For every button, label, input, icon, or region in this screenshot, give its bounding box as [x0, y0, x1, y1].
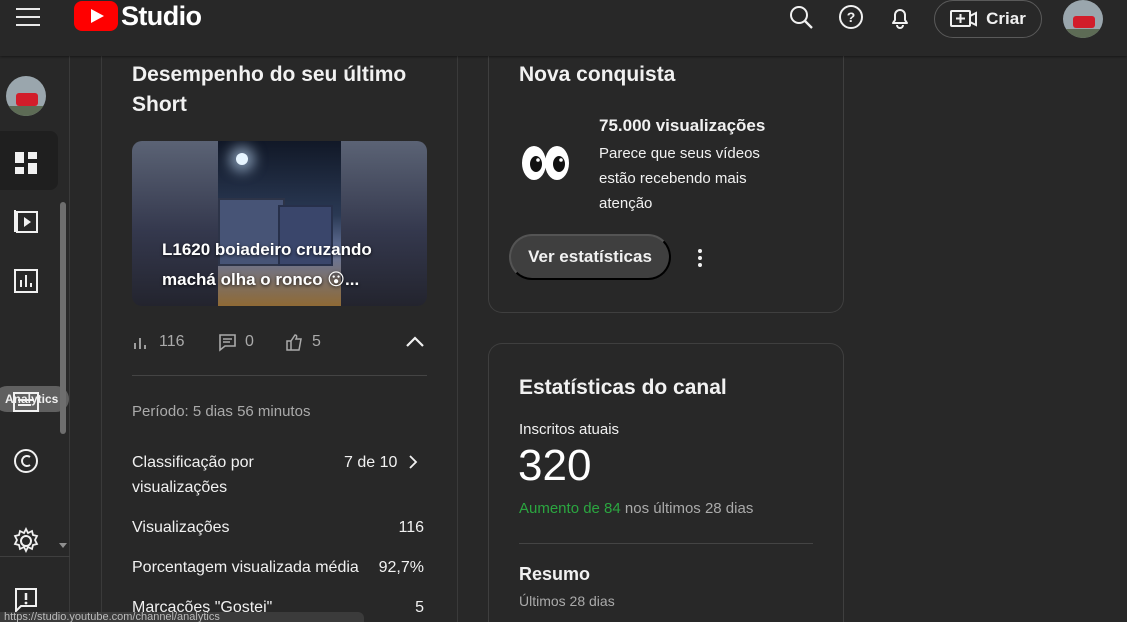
short-thumbnail[interactable]: L1620 boiadeiro cruzando machá olha o ro…: [132, 141, 427, 306]
comments-count: 0: [245, 333, 254, 350]
views-count: 116: [159, 333, 185, 350]
analytics-icon[interactable]: [10, 265, 42, 297]
subscriber-growth-highlight: Aumento de 84: [519, 500, 621, 517]
latest-short-title-line-2: Short: [132, 93, 187, 116]
gear-icon[interactable]: [10, 525, 42, 557]
likes-stat: 5: [285, 330, 321, 354]
current-subscribers-count: 320: [518, 441, 592, 490]
channel-statistics-title: Estatísticas do canal: [519, 376, 727, 399]
average-viewed-label: Porcentagem visualizada média: [132, 559, 359, 576]
subtitles-icon[interactable]: [10, 386, 42, 418]
comments-stat: 0: [218, 330, 254, 354]
summary-period: Últimos 28 dias: [519, 593, 615, 609]
view-statistics-button[interactable]: Ver estatísticas: [509, 234, 671, 280]
logo-wordmark: Studio: [121, 0, 202, 31]
achievement-card-title: Nova conquista: [519, 63, 676, 86]
average-viewed-value: 92,7%: [378, 559, 424, 576]
stats-divider: [132, 375, 427, 376]
channel-avatar-truck: [15, 92, 38, 106]
youtube-studio-logo[interactable]: Studio: [74, 0, 202, 32]
chevron-up-icon[interactable]: [405, 334, 425, 348]
views-metric-label: Visualizações: [132, 519, 230, 536]
video-add-icon: [950, 10, 978, 27]
create-button[interactable]: Criar: [934, 0, 1042, 38]
youtube-play-logo-icon: [74, 1, 118, 31]
latest-short-title-line-1: Desempenho do seu último: [132, 63, 407, 86]
performance-period: Período: 5 dias 56 minutos: [132, 403, 311, 420]
street-light: [236, 153, 248, 165]
likes-count: 5: [312, 333, 321, 350]
sidebar-scroll-down-icon[interactable]: [59, 543, 67, 548]
channel-avatar-ground: [6, 106, 46, 116]
chevron-right-icon[interactable]: [407, 454, 419, 470]
svg-text:?: ?: [847, 9, 856, 25]
account-avatar[interactable]: [1063, 0, 1103, 38]
current-subscribers-label: Inscritos atuais: [519, 421, 620, 438]
average-viewed-metric: Porcentagem visualizada média 92,7%: [132, 555, 424, 580]
summary-title: Resumo: [519, 564, 591, 584]
channel-stats-divider: [519, 543, 813, 544]
subscriber-growth-period: nos últimos 28 dias: [620, 500, 754, 517]
ranking-label: Classificação por visualizações: [132, 454, 254, 496]
achievement-headline: 75.000 visualizações: [599, 116, 766, 135]
hamburger-menu-icon[interactable]: [16, 8, 40, 26]
thumbs-up-icon: [286, 333, 302, 351]
sidebar-scrollbar-thumb[interactable]: [60, 202, 66, 434]
ranking-value: 7 de 10: [344, 454, 398, 471]
browser-status-bar: https://studio.youtube.com/channel/analy…: [0, 612, 364, 622]
views-metric: Visualizações 116: [132, 515, 424, 540]
short-video-title: L1620 boiadeiro cruzando machá olha o ro…: [162, 240, 372, 289]
avatar-ground: [1063, 28, 1103, 38]
views-stat: 116: [132, 330, 185, 354]
bar-chart-icon: [134, 337, 146, 349]
bell-icon[interactable]: [886, 3, 914, 31]
avatar-truck-image: [1072, 15, 1095, 29]
kebab-menu-icon[interactable]: [691, 246, 709, 270]
help-icon[interactable]: ?: [837, 3, 865, 31]
subscriber-growth: Aumento de 84 nos últimos 28 dias: [519, 500, 753, 517]
eyes-icon: [522, 146, 569, 180]
top-navigation-bar: Studio ? Criar: [0, 0, 1127, 56]
achievement-description: Parece que seus vídeos estão recebendo m…: [599, 145, 760, 212]
copyright-icon[interactable]: [10, 445, 42, 477]
dashboard-icon: [15, 152, 37, 174]
comment-icon: [219, 333, 236, 352]
views-metric-value: 116: [398, 519, 424, 536]
studio-sidebar: Analytics: [0, 56, 70, 622]
create-button-label: Criar: [986, 9, 1026, 28]
channel-avatar[interactable]: [6, 76, 46, 116]
content-icon[interactable]: [10, 205, 42, 237]
likes-metric-value: 5: [415, 599, 424, 616]
search-icon[interactable]: [787, 3, 815, 31]
